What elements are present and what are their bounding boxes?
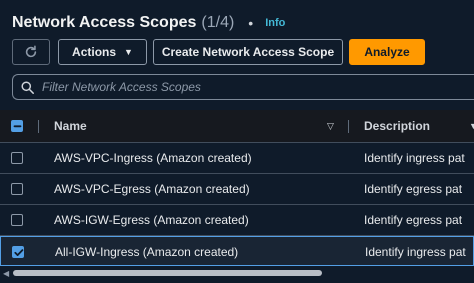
refresh-button[interactable] <box>12 39 50 65</box>
table-row[interactable]: AWS-VPC-Egress (Amazon created) Identify… <box>0 174 474 205</box>
info-link[interactable]: Info <box>265 17 285 29</box>
column-header-description[interactable]: Description <box>364 119 430 133</box>
actions-dropdown[interactable]: Actions ▼ <box>58 39 147 65</box>
scrollbar-thumb[interactable] <box>13 270 322 276</box>
row-checkbox[interactable] <box>11 214 23 226</box>
page-title: Network Access Scopes <box>12 14 197 31</box>
refresh-icon <box>25 45 37 58</box>
row-name: All-IGW-Ingress (Amazon created) <box>55 245 239 259</box>
minus-icon <box>13 125 22 128</box>
table-header: Name ▽ Description ▼ <box>0 110 474 143</box>
sort-down-icon[interactable]: ▼ <box>469 121 474 131</box>
table-row-selected[interactable]: All-IGW-Ingress (Amazon created) Identif… <box>0 236 474 266</box>
row-description: Identify egress pat <box>364 213 463 227</box>
scopes-table: Name ▽ Description ▼ AWS-VPC-Ingress (Am… <box>0 110 474 266</box>
row-name: AWS-IGW-Egress (Amazon created) <box>54 213 249 227</box>
analyze-button[interactable]: Analyze <box>349 39 425 65</box>
column-divider[interactable] <box>348 120 349 133</box>
caret-down-icon: ▼ <box>124 47 133 57</box>
row-checkbox[interactable] <box>11 152 23 164</box>
sort-down-icon[interactable]: ▽ <box>327 121 334 132</box>
scroll-left-arrow-icon[interactable]: ◀ <box>3 269 9 278</box>
actions-label: Actions <box>72 45 117 59</box>
search-input[interactable] <box>42 80 474 94</box>
header-separator: • <box>248 15 254 31</box>
row-name: AWS-VPC-Egress (Amazon created) <box>54 182 250 196</box>
row-description: Identify ingress pat <box>364 151 465 165</box>
row-name: AWS-VPC-Ingress (Amazon created) <box>54 151 252 165</box>
column-divider[interactable] <box>38 120 39 133</box>
table-row[interactable]: AWS-IGW-Egress (Amazon created) Identify… <box>0 205 474 236</box>
row-description: Identify ingress pat <box>365 245 466 259</box>
column-header-name[interactable]: Name <box>54 119 87 133</box>
row-checkbox[interactable] <box>12 246 24 258</box>
selection-count: (1/4) <box>201 14 235 31</box>
table-row[interactable]: AWS-VPC-Ingress (Amazon created) Identif… <box>0 143 474 174</box>
checkmark-icon <box>14 249 24 256</box>
search-bar <box>12 74 474 100</box>
select-all-checkbox[interactable] <box>11 120 23 132</box>
horizontal-scrollbar[interactable]: ◀ <box>0 266 474 280</box>
search-icon <box>21 80 34 94</box>
row-checkbox[interactable] <box>11 183 23 195</box>
row-description: Identify egress pat <box>364 182 463 196</box>
create-scope-button[interactable]: Create Network Access Scope <box>153 39 343 65</box>
page-header: Network Access Scopes (1/4) • Info <box>12 10 285 36</box>
